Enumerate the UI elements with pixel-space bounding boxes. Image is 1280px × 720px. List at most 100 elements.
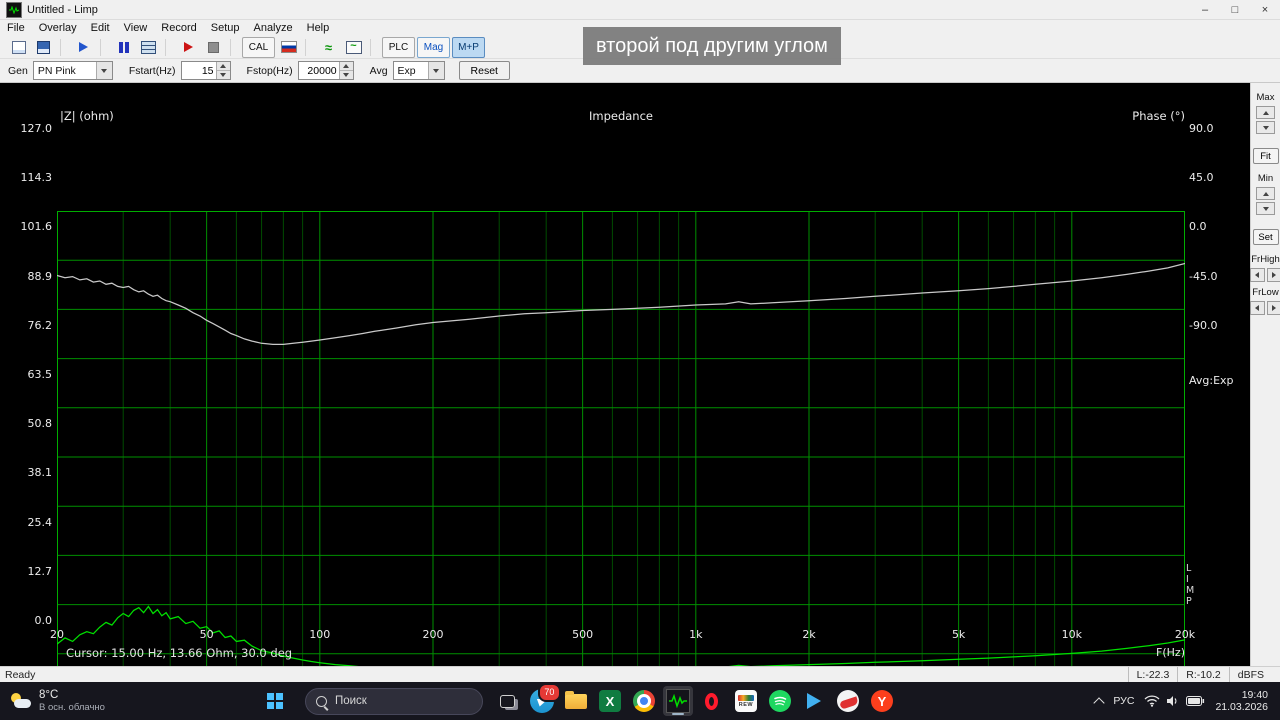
set-button[interactable]: Set xyxy=(1252,229,1279,245)
weather-icon xyxy=(10,692,32,710)
smooth-wave-button[interactable] xyxy=(317,37,340,58)
weather-temperature: 8°C xyxy=(39,689,59,701)
stop-button[interactable] xyxy=(202,37,225,58)
reset-button[interactable]: Reset xyxy=(458,61,510,80)
avg-label: Avg xyxy=(369,64,388,77)
weather-widget[interactable]: 8°C В осн. облачно xyxy=(0,682,115,720)
telegram-badge: 70 xyxy=(537,683,561,702)
cal-button[interactable]: CAL xyxy=(242,36,275,58)
max-label: Max xyxy=(1256,92,1275,103)
rew-icon: REW xyxy=(734,690,757,712)
gen-label: Gen xyxy=(8,64,28,77)
max-up-button[interactable] xyxy=(1256,106,1275,119)
frhigh-label: FrHigh xyxy=(1251,254,1280,265)
min-down-button[interactable] xyxy=(1256,202,1275,215)
frhigh-arrows xyxy=(1249,268,1280,282)
telegram-app-button[interactable]: 70 xyxy=(527,683,561,716)
avg-select[interactable]: Exp xyxy=(392,61,445,80)
menu-item-edit[interactable]: Edit xyxy=(84,22,117,34)
close-button[interactable]: × xyxy=(1250,0,1280,19)
toolbar-separator xyxy=(60,38,68,56)
wave-green-icon xyxy=(322,41,336,54)
title-bar: Untitled - Limp – □ × xyxy=(0,0,1280,20)
tray-expand-icon[interactable] xyxy=(1093,696,1106,709)
explorer-app-button[interactable] xyxy=(561,686,591,716)
search-placeholder: Поиск xyxy=(334,695,367,707)
spotify-app-button[interactable] xyxy=(765,686,795,716)
chevron-down-icon xyxy=(427,62,444,79)
toolbar-separator xyxy=(305,38,313,56)
max-down-button[interactable] xyxy=(1256,121,1275,134)
fstop-up-button[interactable] xyxy=(339,62,353,70)
flag-blue-icon xyxy=(79,42,88,52)
toolbar-separator xyxy=(165,38,173,56)
frlow-label: FrLow xyxy=(1252,287,1279,298)
save-button[interactable] xyxy=(32,37,55,58)
status-right-level: R:-10.2 xyxy=(1177,667,1228,682)
task-view-button[interactable] xyxy=(493,686,523,716)
menu-item-record[interactable]: Record xyxy=(154,22,203,34)
impedance-plot[interactable] xyxy=(56,210,1186,704)
menu-item-analyze[interactable]: Analyze xyxy=(246,22,299,34)
min-label: Min xyxy=(1257,173,1274,184)
frhigh-right-button[interactable] xyxy=(1266,268,1280,282)
window-controls: – □ × xyxy=(1190,0,1280,19)
language-flag-button[interactable] xyxy=(277,37,300,58)
media-player-app-button[interactable] xyxy=(799,686,829,716)
task-view-icon xyxy=(500,694,516,708)
frlow-right-button[interactable] xyxy=(1266,301,1280,315)
marker-flag-button[interactable] xyxy=(72,37,95,58)
gen-selected-value: PN Pink xyxy=(37,64,76,77)
menu-item-view[interactable]: View xyxy=(117,22,155,34)
start-button[interactable] xyxy=(265,686,295,716)
minimize-button[interactable]: – xyxy=(1190,0,1220,19)
data-table-button[interactable] xyxy=(137,37,160,58)
opera-app-button[interactable] xyxy=(697,686,727,716)
app-icon xyxy=(6,1,22,18)
excel-app-button[interactable] xyxy=(595,686,625,716)
fit-button[interactable]: Fit xyxy=(1252,148,1279,164)
gen-select[interactable]: PN Pink xyxy=(32,61,113,80)
toolbar-separator xyxy=(230,38,238,56)
tray-date: 21.03.2026 xyxy=(1215,701,1268,713)
limp-app-button[interactable] xyxy=(662,686,693,716)
avg-selected-value: Exp xyxy=(397,64,416,77)
frlow-left-button[interactable] xyxy=(1249,301,1265,315)
rew-app-button[interactable]: REW xyxy=(731,686,761,716)
maximize-button[interactable]: □ xyxy=(1220,0,1250,19)
fstop-input[interactable] xyxy=(298,62,339,79)
plc-button[interactable]: PLC xyxy=(382,36,415,58)
menu-item-help[interactable]: Help xyxy=(300,22,337,34)
tray-status-icons[interactable] xyxy=(1144,695,1205,707)
fstop-label: Fstop(Hz) xyxy=(246,64,293,77)
yandex-app-button[interactable] xyxy=(867,686,897,716)
fstart-input[interactable] xyxy=(181,62,216,79)
fstop-down-button[interactable] xyxy=(339,70,353,79)
chart-client-area xyxy=(0,83,1280,704)
menu-item-file[interactable]: File xyxy=(0,22,32,34)
frhigh-left-button[interactable] xyxy=(1249,268,1265,282)
menu-item-overlay[interactable]: Overlay xyxy=(32,22,84,34)
pause-button[interactable] xyxy=(112,37,135,58)
limp-application-window: Untitled - Limp – □ × File Overlay Edit Vie… xyxy=(0,0,1280,720)
media-app-button[interactable] xyxy=(833,686,863,716)
clock-widget[interactable]: 19:40 21.03.2026 xyxy=(1215,689,1268,714)
scope-view-button[interactable] xyxy=(342,37,365,58)
min-up-button[interactable] xyxy=(1256,187,1275,200)
media-app-icon xyxy=(836,690,859,712)
record-button[interactable] xyxy=(177,37,200,58)
fstop-spinbox xyxy=(297,61,354,80)
mag-button[interactable]: Mag xyxy=(417,36,450,58)
menu-item-setup[interactable]: Setup xyxy=(204,22,247,34)
mp-button[interactable]: M+P xyxy=(452,36,485,58)
fstart-down-button[interactable] xyxy=(216,70,230,79)
fstart-up-button[interactable] xyxy=(216,62,230,70)
chrome-icon xyxy=(632,690,655,712)
open-button[interactable] xyxy=(7,37,30,58)
taskbar-search[interactable]: Поиск xyxy=(304,687,483,715)
frlow-arrows xyxy=(1249,301,1280,315)
status-levels: L:-22.3 R:-10.2 dBFS xyxy=(1127,667,1272,682)
chrome-app-button[interactable] xyxy=(629,686,659,716)
language-indicator[interactable]: РУС xyxy=(1113,695,1134,707)
taskbar-apps: Поиск 70 REW xyxy=(265,683,897,716)
